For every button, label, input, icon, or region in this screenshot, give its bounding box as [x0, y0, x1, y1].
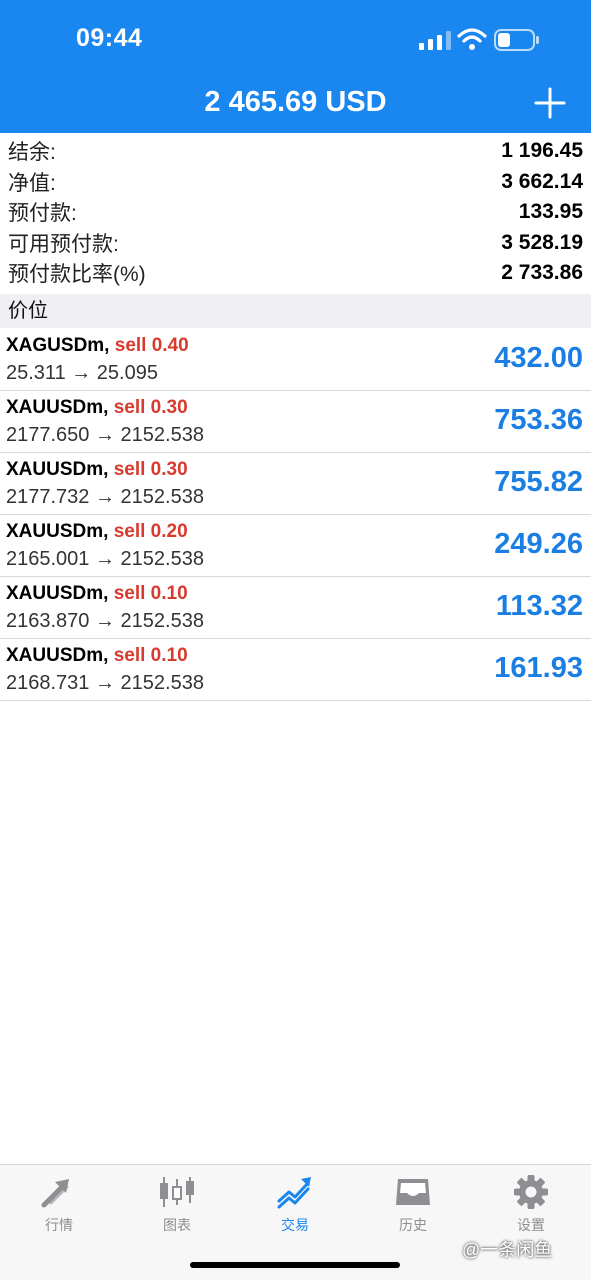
position-side-volume: sell 0.20	[113, 521, 188, 542]
cellular-signal-icon	[419, 31, 451, 50]
summary-row-free-margin: 可用预付款: 3 528.19	[0, 228, 591, 259]
position-title: XAUUSDm, sell 0.30	[6, 397, 188, 419]
position-prices: 2168.731 → 2152.538	[6, 672, 204, 694]
position-row[interactable]: XAUUSDm, sell 0.30 2177.650 → 2152.538 7…	[0, 391, 591, 453]
summary-label: 预付款:	[8, 202, 77, 226]
position-title: XAUUSDm, sell 0.10	[6, 583, 188, 605]
position-side-volume: sell 0.30	[113, 459, 188, 480]
position-side-volume: sell 0.40	[114, 335, 189, 356]
position-profit: 755.82	[494, 466, 583, 498]
tab-charts[interactable]: 图表	[118, 1175, 236, 1235]
summary-label: 预付款比率(%)	[8, 263, 146, 287]
battery-icon	[494, 29, 539, 51]
position-row[interactable]: XAUUSDm, sell 0.20 2165.001 → 2152.538 2…	[0, 515, 591, 577]
trade-trend-icon	[277, 1177, 311, 1209]
tab-label: 历史	[399, 1217, 427, 1233]
position-title: XAGUSDm, sell 0.40	[6, 335, 189, 357]
position-title: XAUUSDm, sell 0.30	[6, 459, 188, 481]
home-indicator[interactable]	[190, 1262, 400, 1268]
summary-value: 133.95	[518, 200, 583, 224]
quotes-arrows-icon	[41, 1179, 69, 1208]
position-side-volume: sell 0.10	[113, 645, 188, 666]
position-prices: 2163.870 → 2152.538	[6, 610, 204, 632]
account-balance-title: 2 465.69 USD	[204, 86, 387, 118]
tab-trade[interactable]: 交易	[236, 1175, 354, 1235]
summary-row-margin: 预付款: 133.95	[0, 197, 591, 228]
summary-label: 净值:	[8, 171, 56, 195]
tab-label: 行情	[45, 1217, 73, 1233]
position-row[interactable]: XAUUSDm, sell 0.10 2168.731 → 2152.538 1…	[0, 639, 591, 701]
summary-row-equity: 净值: 3 662.14	[0, 167, 591, 198]
status-time: 09:44	[76, 24, 143, 52]
wifi-icon	[457, 28, 487, 50]
account-summary: 结余: 1 196.45 净值: 3 662.14 预付款: 133.95 可用…	[0, 136, 591, 289]
position-row[interactable]: XAGUSDm, sell 0.40 25.311 → 25.095 432.0…	[0, 329, 591, 391]
position-side-volume: sell 0.30	[113, 397, 188, 418]
position-profit: 249.26	[494, 528, 583, 560]
tab-settings[interactable]: 设置	[472, 1175, 590, 1235]
tab-label: 设置	[517, 1217, 545, 1233]
tab-label: 交易	[281, 1217, 309, 1233]
position-prices: 2165.001 → 2152.538	[6, 548, 204, 570]
position-profit: 161.93	[494, 652, 583, 684]
position-profit: 432.00	[494, 342, 583, 374]
positions-list: XAGUSDm, sell 0.40 25.311 → 25.095 432.0…	[0, 329, 591, 701]
position-prices: 25.311 → 25.095	[6, 362, 158, 384]
summary-value: 2 733.86	[501, 261, 583, 285]
summary-row-margin-level: 预付款比率(%) 2 733.86	[0, 258, 591, 289]
position-title: XAUUSDm, sell 0.10	[6, 645, 188, 667]
tab-label: 图表	[163, 1217, 191, 1233]
position-symbol: XAUUSDm,	[6, 521, 109, 542]
history-inbox-icon	[396, 1179, 430, 1205]
position-title: XAUUSDm, sell 0.20	[6, 521, 188, 543]
summary-value: 1 196.45	[501, 139, 583, 163]
position-row[interactable]: XAUUSDm, sell 0.10 2163.870 → 2152.538 1…	[0, 577, 591, 639]
app-header: 09:44 2 465.69 USD	[0, 0, 591, 133]
watermark-text: @一条闲鱼	[462, 1240, 553, 1260]
summary-label: 结余:	[8, 141, 56, 165]
tab-history[interactable]: 历史	[354, 1175, 472, 1235]
summary-value: 3 662.14	[501, 169, 583, 193]
position-prices: 2177.650 → 2152.538	[6, 424, 204, 446]
position-symbol: XAUUSDm,	[6, 459, 109, 480]
position-symbol: XAUUSDm,	[6, 583, 109, 604]
position-symbol: XAUUSDm,	[6, 645, 109, 666]
tab-quotes[interactable]: 行情	[0, 1175, 118, 1235]
positions-section-header: 价位	[0, 294, 591, 328]
candlestick-chart-icon	[160, 1177, 194, 1207]
summary-label: 可用预付款:	[8, 232, 119, 256]
position-symbol: XAUUSDm,	[6, 397, 109, 418]
position-profit: 753.36	[494, 404, 583, 436]
new-order-plus-button[interactable]	[530, 83, 570, 123]
position-profit: 113.32	[495, 590, 583, 622]
position-row[interactable]: XAUUSDm, sell 0.30 2177.732 → 2152.538 7…	[0, 453, 591, 515]
position-side-volume: sell 0.10	[113, 583, 188, 604]
position-symbol: XAGUSDm,	[6, 335, 110, 356]
summary-row-balance: 结余: 1 196.45	[0, 136, 591, 167]
summary-value: 3 528.19	[501, 230, 583, 254]
position-prices: 2177.732 → 2152.538	[6, 486, 204, 508]
gear-icon	[514, 1175, 548, 1209]
